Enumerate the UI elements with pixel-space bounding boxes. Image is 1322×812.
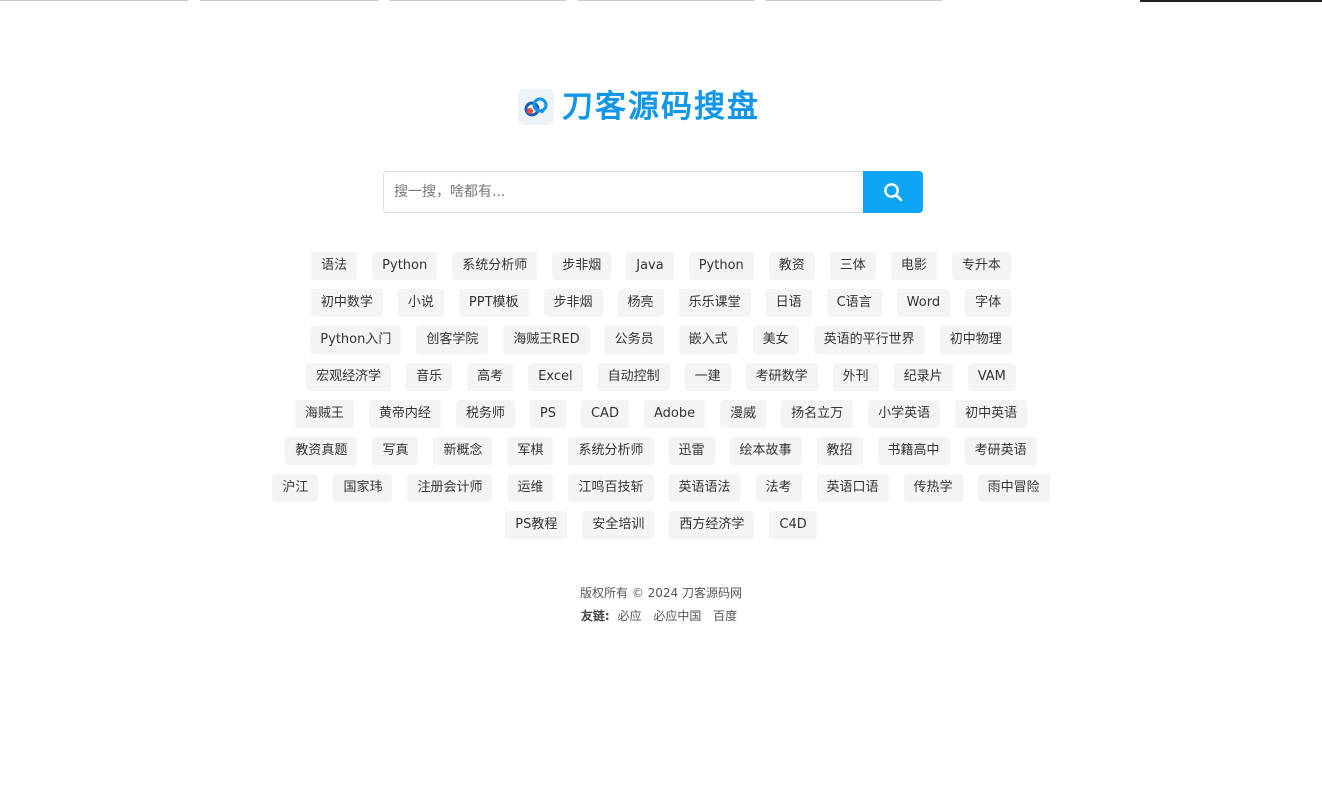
tag[interactable]: 税务师	[455, 400, 515, 428]
tag[interactable]: 公务员	[604, 326, 664, 354]
tag-row: 宏观经济学 音乐 高考 Excel 自动控制 一建 考研数学 外刊 纪录片 VA…	[220, 363, 1102, 391]
tag[interactable]: 运维	[507, 474, 554, 502]
tag[interactable]: 三体	[829, 252, 876, 280]
tag[interactable]: 扬名立万	[781, 400, 854, 428]
link-bing-china[interactable]: 必应中国	[653, 609, 701, 623]
site-logo[interactable]: 刀客源码搜盘	[518, 87, 760, 127]
tag[interactable]: C4D	[769, 511, 817, 539]
tag[interactable]: 字体	[965, 289, 1012, 317]
tag[interactable]: PS教程	[505, 511, 568, 539]
tag[interactable]: Excel	[528, 363, 583, 391]
site-title: 刀客源码搜盘	[562, 89, 760, 125]
tag[interactable]: 西方经济学	[669, 511, 755, 539]
tag-row: 教资真题 写真 新概念 军棋 系统分析师 迅雷 绘本故事 教招 书籍高中 考研英…	[220, 437, 1102, 465]
link-baidu[interactable]: 百度	[713, 609, 737, 623]
page-footer: 版权所有 © 2024 刀客源码网 友链: 必应 必应中国 百度	[0, 583, 1322, 629]
tag[interactable]: CAD	[580, 400, 629, 428]
tag[interactable]: 传热学	[903, 474, 963, 502]
tag[interactable]: 考研英语	[964, 437, 1037, 465]
tag[interactable]: 漫威	[720, 400, 767, 428]
tag[interactable]: 纪录片	[893, 363, 953, 391]
tag[interactable]: 小说	[397, 289, 444, 317]
tag[interactable]: 迅雷	[668, 437, 715, 465]
search-icon	[884, 183, 903, 202]
tag[interactable]: 教资真题	[285, 437, 358, 465]
tag[interactable]: 音乐	[406, 363, 453, 391]
tag[interactable]: 一建	[684, 363, 731, 391]
tag[interactable]: 初中物理	[939, 326, 1012, 354]
tag[interactable]: 专升本	[951, 252, 1011, 280]
tag[interactable]: 小学英语	[868, 400, 941, 428]
tag[interactable]: Java	[626, 252, 674, 280]
tag[interactable]: 海贼王	[294, 400, 354, 428]
tag[interactable]: Python	[688, 252, 754, 280]
tag[interactable]: 新概念	[433, 437, 493, 465]
tag[interactable]: 教资	[768, 252, 815, 280]
search-bar	[383, 171, 923, 213]
tag[interactable]: 绘本故事	[729, 437, 802, 465]
tag[interactable]: Python	[372, 252, 438, 280]
tag[interactable]: Word	[896, 289, 951, 317]
tag[interactable]: VAM	[967, 363, 1016, 391]
tag[interactable]: 美女	[752, 326, 799, 354]
friend-links: 友链: 必应 必应中国 百度	[0, 606, 1322, 626]
tag[interactable]: C语言	[826, 289, 882, 317]
tag-row: 初中数学 小说 PPT模板 步非烟 杨亮 乐乐课堂 日语 C语言 Word 字体	[220, 289, 1102, 317]
tag[interactable]: 军棋	[507, 437, 554, 465]
tag[interactable]: PS	[529, 400, 566, 428]
tag[interactable]: 高考	[467, 363, 514, 391]
tag[interactable]: 步非烟	[543, 289, 603, 317]
tag[interactable]: 黄帝内经	[368, 400, 441, 428]
tag[interactable]: 系统分析师	[568, 437, 654, 465]
tag[interactable]: 法考	[755, 474, 802, 502]
tag[interactable]: 日语	[765, 289, 812, 317]
tag[interactable]: 语法	[311, 252, 358, 280]
tag[interactable]: 创客学院	[416, 326, 489, 354]
search-input[interactable]	[383, 171, 863, 213]
tag[interactable]: 考研数学	[745, 363, 818, 391]
top-loading-strip	[0, 0, 1322, 2]
friend-links-label: 友链:	[580, 609, 610, 623]
tag-row: 海贼王 黄帝内经 税务师 PS CAD Adobe 漫威 扬名立万 小学英语 初…	[220, 400, 1102, 428]
search-button[interactable]	[863, 171, 923, 213]
tag[interactable]: 初中英语	[955, 400, 1028, 428]
copyright-text: 版权所有 © 2024 刀客源码网	[580, 586, 742, 600]
tag[interactable]: 乐乐课堂	[678, 289, 751, 317]
tag[interactable]: Python入门	[310, 326, 402, 354]
tag[interactable]: 国家玮	[333, 474, 393, 502]
tag[interactable]: 嵌入式	[678, 326, 738, 354]
tag-row: 沪江 国家玮 注册会计师 运维 江鸣百技斩 英语语法 法考 英语口语 传热学 雨…	[220, 474, 1102, 502]
tag-row: Python入门 创客学院 海贼王RED 公务员 嵌入式 美女 英语的平行世界 …	[220, 326, 1102, 354]
cloud-logo-icon	[518, 89, 554, 125]
tag[interactable]: 教招	[816, 437, 863, 465]
tag[interactable]: 英语口语	[816, 474, 889, 502]
tag[interactable]: 步非烟	[552, 252, 612, 280]
tag[interactable]: 系统分析师	[452, 252, 538, 280]
tag[interactable]: 注册会计师	[407, 474, 493, 502]
tag[interactable]: 雨中冒险	[977, 474, 1050, 502]
tag[interactable]: 写真	[372, 437, 419, 465]
tag-row: 语法 Python 系统分析师 步非烟 Java Python 教资 三体 电影…	[220, 252, 1102, 280]
tag[interactable]: 英语的平行世界	[813, 326, 925, 354]
tag-row: PS教程 安全培训 西方经济学 C4D	[220, 511, 1102, 539]
hot-tags: 语法 Python 系统分析师 步非烟 Java Python 教资 三体 电影…	[220, 252, 1102, 548]
tag[interactable]: 书籍高中	[877, 437, 950, 465]
link-bing[interactable]: 必应	[617, 609, 641, 623]
tag[interactable]: 海贼王RED	[503, 326, 590, 354]
tag[interactable]: 自动控制	[597, 363, 670, 391]
tag[interactable]: 初中数学	[310, 289, 383, 317]
tag[interactable]: Adobe	[643, 400, 706, 428]
tag[interactable]: PPT模板	[458, 289, 529, 317]
tag[interactable]: 杨亮	[617, 289, 664, 317]
tag[interactable]: 安全培训	[582, 511, 655, 539]
tag[interactable]: 外刊	[832, 363, 879, 391]
tag[interactable]: 宏观经济学	[306, 363, 392, 391]
tag[interactable]: 沪江	[272, 474, 319, 502]
tag[interactable]: 英语语法	[668, 474, 741, 502]
tag[interactable]: 电影	[890, 252, 937, 280]
tag[interactable]: 江鸣百技斩	[568, 474, 654, 502]
